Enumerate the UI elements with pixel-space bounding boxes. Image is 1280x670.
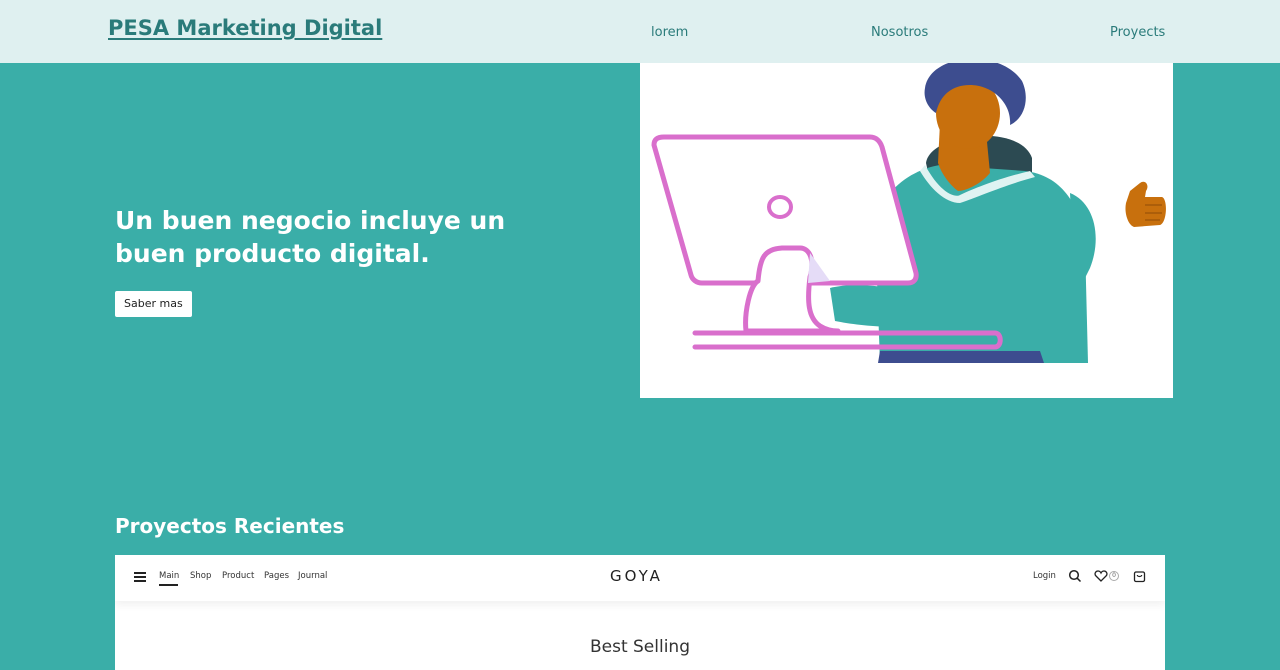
nav-link-proyects[interactable]: Proyects bbox=[1110, 25, 1165, 40]
preview-login-link[interactable]: Login bbox=[1033, 571, 1056, 581]
nav-link-lorem[interactable]: lorem bbox=[651, 25, 688, 40]
project-preview-card[interactable]: Main Shop Product Pages Journal GOYA Log… bbox=[115, 555, 1165, 670]
preview-best-selling-heading: Best Selling bbox=[589, 637, 691, 657]
heart-icon[interactable] bbox=[1094, 569, 1108, 583]
hero-title: Un buen negocio incluye un buen producto… bbox=[115, 206, 506, 268]
preview-nav-pages[interactable]: Pages bbox=[264, 571, 289, 581]
preview-nav-product[interactable]: Product bbox=[222, 571, 254, 581]
search-icon[interactable] bbox=[1068, 569, 1082, 583]
hero-illustration bbox=[640, 63, 1173, 398]
saber-mas-button[interactable]: Saber mas bbox=[115, 291, 192, 317]
section-title-proyectos: Proyectos Recientes bbox=[115, 514, 345, 538]
preview-nav-journal[interactable]: Journal bbox=[298, 571, 327, 581]
wishlist-count-badge: 0 bbox=[1109, 571, 1119, 581]
preview-logo[interactable]: GOYA bbox=[610, 567, 663, 585]
preview-nav-main[interactable]: Main bbox=[159, 571, 179, 581]
hamburger-menu-icon[interactable] bbox=[134, 572, 146, 582]
nav-link-nosotros[interactable]: Nosotros bbox=[871, 25, 928, 40]
active-nav-underline bbox=[159, 584, 178, 586]
person-at-computer-illustration bbox=[651, 63, 1166, 363]
preview-navbar: Main Shop Product Pages Journal GOYA Log… bbox=[115, 555, 1165, 601]
shopping-bag-icon[interactable] bbox=[1133, 569, 1146, 583]
preview-nav-shop[interactable]: Shop bbox=[190, 571, 211, 581]
site-header: PESA Marketing Digital lorem Nosotros Pr… bbox=[0, 0, 1280, 63]
brand-link[interactable]: PESA Marketing Digital bbox=[108, 16, 382, 40]
